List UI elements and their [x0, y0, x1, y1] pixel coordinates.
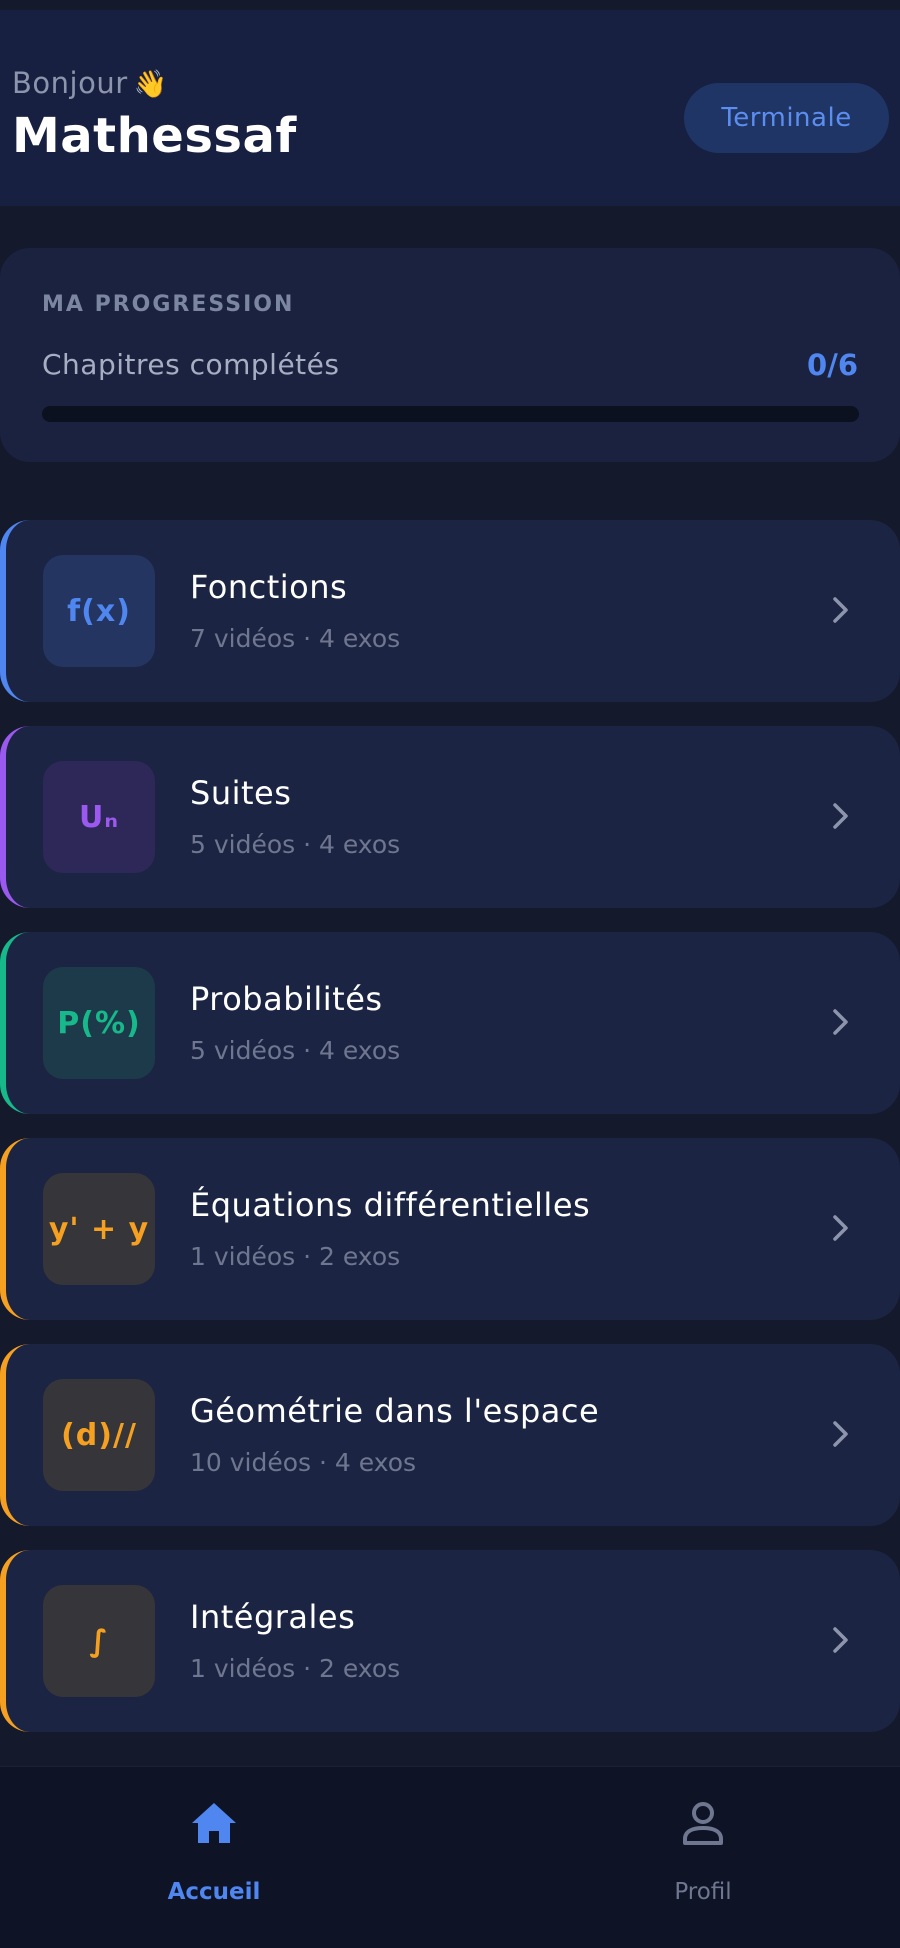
sequence-icon: Uₙ: [43, 761, 155, 873]
progress-label: Chapitres complétés: [42, 348, 340, 381]
probability-icon: P(%): [43, 967, 155, 1079]
chapter-card-probabilites[interactable]: P(%) Probabilités 5 vidéos · 4 exos: [0, 932, 900, 1114]
wave-icon: 👋: [133, 69, 168, 100]
chapter-card-suites[interactable]: Uₙ Suites 5 vidéos · 4 exos: [0, 726, 900, 908]
chapter-card-equations-differentielles[interactable]: y' + y Équations différentielles 1 vidéo…: [0, 1138, 900, 1320]
chapter-card-geometrie-espace[interactable]: (d)// Géométrie dans l'espace 10 vidéos …: [0, 1344, 900, 1526]
chevron-right-icon: [833, 1421, 848, 1447]
username: Mathessaf: [12, 108, 297, 164]
bottom-nav: Accueil Profil: [0, 1766, 900, 1948]
top-strip: [0, 0, 900, 10]
progress-bar: [42, 406, 859, 422]
chevron-right-icon: [833, 803, 848, 829]
progress-count: 0/6: [807, 348, 858, 382]
chevron-right-icon: [833, 1215, 848, 1241]
chapter-list: f(x) Fonctions 7 vidéos · 4 exos Uₙ Suit…: [0, 520, 900, 1756]
chapter-meta: 10 vidéos · 4 exos: [190, 1448, 417, 1477]
chapter-card-fonctions[interactable]: f(x) Fonctions 7 vidéos · 4 exos: [0, 520, 900, 702]
chapter-title: Suites: [190, 774, 292, 812]
chapter-meta: 1 vidéos · 2 exos: [190, 1242, 401, 1271]
function-icon: f(x): [43, 555, 155, 667]
greeting: Bonjour 👋: [12, 66, 168, 100]
home-icon: [192, 1803, 236, 1843]
greeting-text: Bonjour: [12, 66, 128, 100]
chapter-title: Intégrales: [190, 1598, 356, 1636]
integral-icon: ∫: [43, 1585, 155, 1697]
chevron-right-icon: [833, 1009, 848, 1035]
chapter-meta: 7 vidéos · 4 exos: [190, 624, 401, 653]
header: Bonjour 👋 Mathessaf Terminale: [0, 10, 900, 206]
chapter-meta: 5 vidéos · 4 exos: [190, 830, 401, 859]
chevron-right-icon: [833, 1627, 848, 1653]
chapter-card-integrales[interactable]: ∫ Intégrales 1 vidéos · 2 exos: [0, 1550, 900, 1732]
chapter-title: Géométrie dans l'espace: [190, 1392, 600, 1430]
chapter-meta: 5 vidéos · 4 exos: [190, 1036, 401, 1065]
progress-title: MA PROGRESSION: [42, 292, 295, 317]
nav-label-home: Accueil: [167, 1879, 261, 1905]
nav-item-home[interactable]: Accueil: [64, 1767, 364, 1948]
chapter-meta: 1 vidéos · 2 exos: [190, 1654, 401, 1683]
chapter-title: Probabilités: [190, 980, 383, 1018]
chapter-title: Équations différentielles: [190, 1186, 591, 1224]
nav-label-profile: Profil: [674, 1879, 732, 1905]
nav-item-profile[interactable]: Profil: [553, 1767, 853, 1948]
progress-card: MA PROGRESSION Chapitres complétés 0/6: [0, 248, 900, 462]
geometry-icon: (d)//: [43, 1379, 155, 1491]
chapter-title: Fonctions: [190, 568, 348, 606]
user-icon: [683, 1802, 723, 1845]
chevron-right-icon: [833, 597, 848, 623]
level-badge[interactable]: Terminale: [684, 83, 889, 153]
differential-equation-icon: y' + y: [43, 1173, 155, 1285]
